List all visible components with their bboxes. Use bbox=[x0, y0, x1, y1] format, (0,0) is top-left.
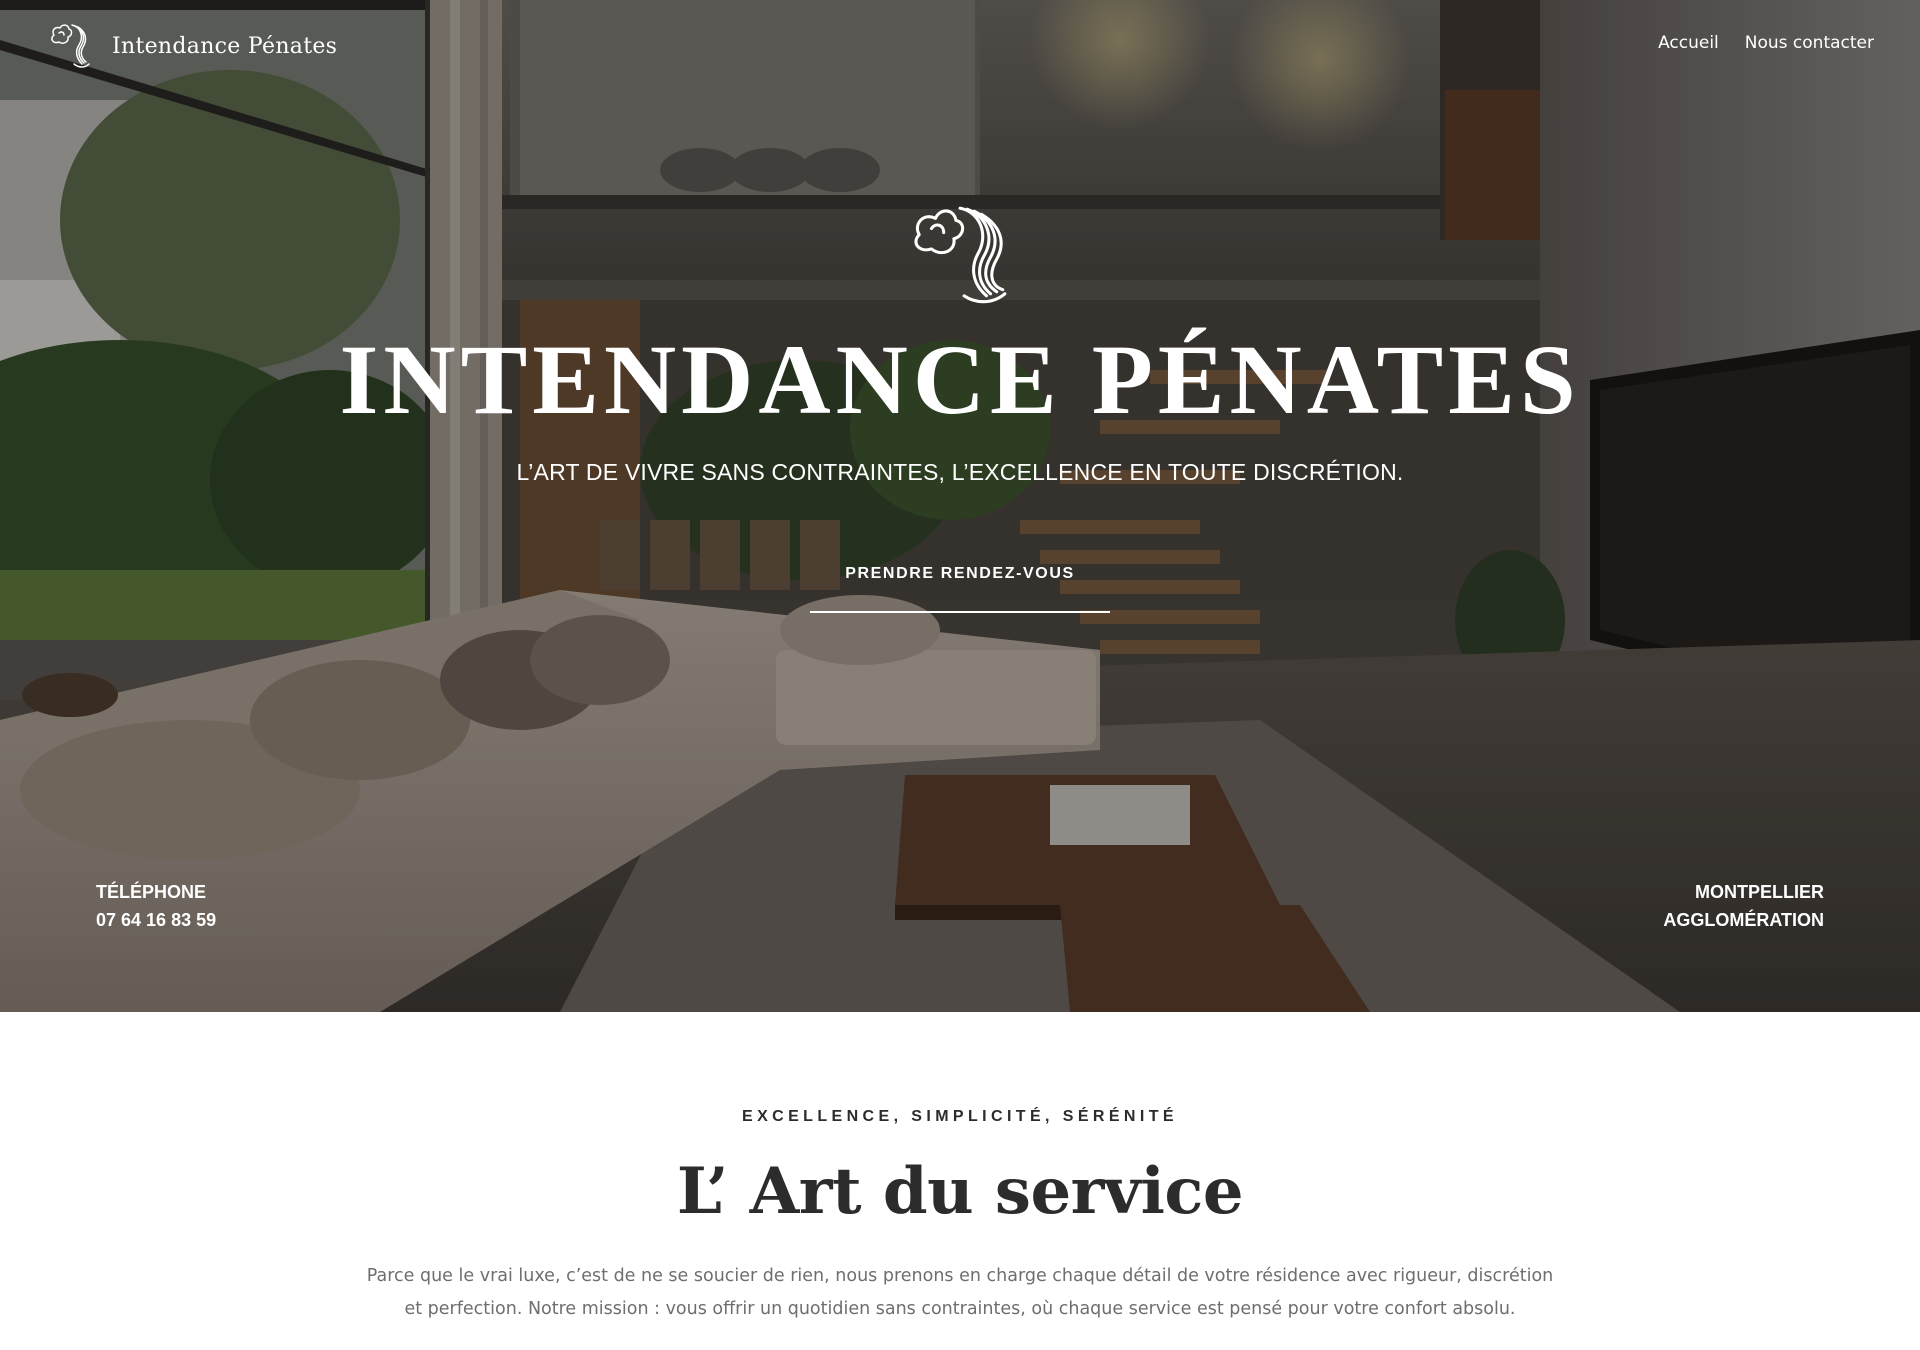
hero-dark-overlay bbox=[0, 0, 1920, 1012]
aquarius-logo-icon bbox=[51, 24, 90, 68]
hero-title: INTENDANCE PÉNATES bbox=[339, 324, 1581, 435]
book-appointment-label: PRENDRE RENDEZ-VOUS bbox=[845, 565, 1075, 582]
intro-body: Parce que le vrai luxe, c’est de ne se s… bbox=[366, 1266, 1554, 1319]
brand-home-link[interactable]: Intendance Pénates bbox=[44, 20, 337, 72]
hero-section: Intendance Pénates Accueil Nous contacte… bbox=[0, 0, 1920, 1012]
location-city: MONTPELLIER bbox=[1695, 882, 1824, 902]
hero-tagline: L’ART DE VIVRE SANS CONTRAINTES, L’EXCEL… bbox=[516, 459, 1404, 485]
book-appointment-underline bbox=[810, 611, 1110, 613]
brand-name: Intendance Pénates bbox=[112, 33, 338, 59]
contact-phone-block: TÉLÉPHONE 07 64 16 83 59 bbox=[96, 878, 216, 934]
nav-link-accueil[interactable]: Accueil bbox=[1658, 33, 1719, 53]
book-appointment-button[interactable]: PRENDRE RENDEZ-VOUS bbox=[810, 565, 1110, 615]
intro-section: EXCELLENCE, SIMPLICITÉ, SÉRÉNITÉ L’ Art … bbox=[0, 1012, 1920, 1350]
nav-link-nous-contacter[interactable]: Nous contacter bbox=[1745, 33, 1874, 53]
site-header: Intendance Pénates Accueil Nous contacte… bbox=[0, 0, 1920, 92]
intro-title: L’ Art du service bbox=[676, 1154, 1244, 1229]
location-area: AGGLOMÉRATION bbox=[1663, 910, 1824, 930]
phone-label: TÉLÉPHONE bbox=[96, 882, 207, 902]
main-nav: Accueil Nous contacter bbox=[1658, 33, 1874, 53]
phone-number: 07 64 16 83 59 bbox=[96, 910, 217, 930]
aquarius-emblem-icon bbox=[914, 206, 1007, 304]
contact-location-block: MONTPELLIER AGGLOMÉRATION bbox=[1663, 878, 1824, 934]
intro-eyebrow: EXCELLENCE, SIMPLICITÉ, SÉRÉNITÉ bbox=[742, 1108, 1178, 1125]
